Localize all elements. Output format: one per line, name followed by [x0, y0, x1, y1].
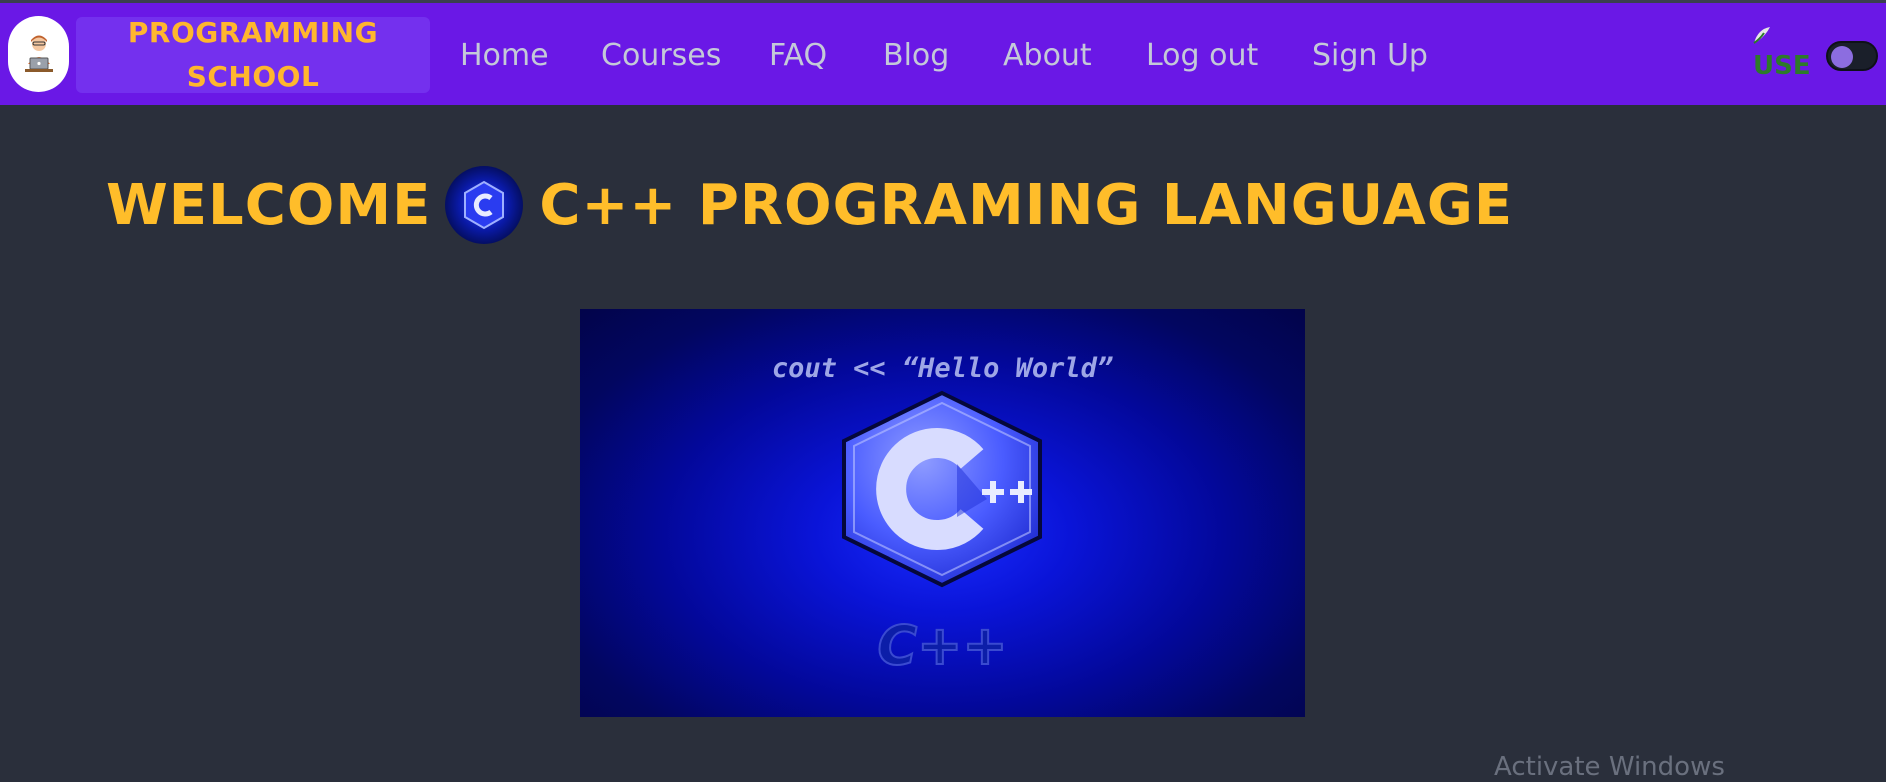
nav-about[interactable]: About	[1003, 36, 1092, 76]
nav-home[interactable]: Home	[460, 36, 549, 76]
title-welcome: WELCOME	[106, 172, 432, 238]
programmer-at-laptop-icon	[24, 35, 53, 72]
toggle-knob	[1831, 46, 1853, 68]
hero-image: cout << “Hello World” C++	[580, 309, 1305, 717]
cpp-logo-icon	[445, 166, 524, 244]
nav-faq[interactable]: FAQ	[769, 36, 827, 76]
activate-windows-watermark: Activate Windows	[1494, 752, 1725, 782]
brand-name[interactable]: PROGRAMMING SCHOOL	[76, 16, 430, 93]
brand-line-1: PROGRAMMING	[127, 16, 379, 49]
hero-cpp-text: C++	[876, 613, 1008, 678]
theme-toggle[interactable]	[1826, 41, 1878, 71]
hero-code-text: cout << “Hello World”	[771, 353, 1114, 384]
cpp-hexagon-logo-icon	[842, 390, 1042, 588]
user-menu[interactable]: USE	[1752, 25, 1812, 87]
navbar: PROGRAMMING SCHOOL Home Courses FAQ Blog…	[0, 3, 1886, 105]
user-label: USE	[1753, 51, 1811, 81]
user-avatar-icon	[1753, 27, 1770, 44]
nav-sign-up[interactable]: Sign Up	[1312, 36, 1428, 76]
site-logo[interactable]	[8, 16, 69, 92]
page-title: WELCOME C++ PROGRAMING LANGUAGE	[106, 160, 1513, 250]
title-language: C++ PROGRAMING LANGUAGE	[539, 172, 1514, 238]
nav-log-out[interactable]: Log out	[1146, 36, 1258, 76]
nav-courses[interactable]: Courses	[601, 36, 721, 76]
brand-line-2: SCHOOL	[186, 60, 320, 93]
nav-blog[interactable]: Blog	[883, 36, 949, 76]
